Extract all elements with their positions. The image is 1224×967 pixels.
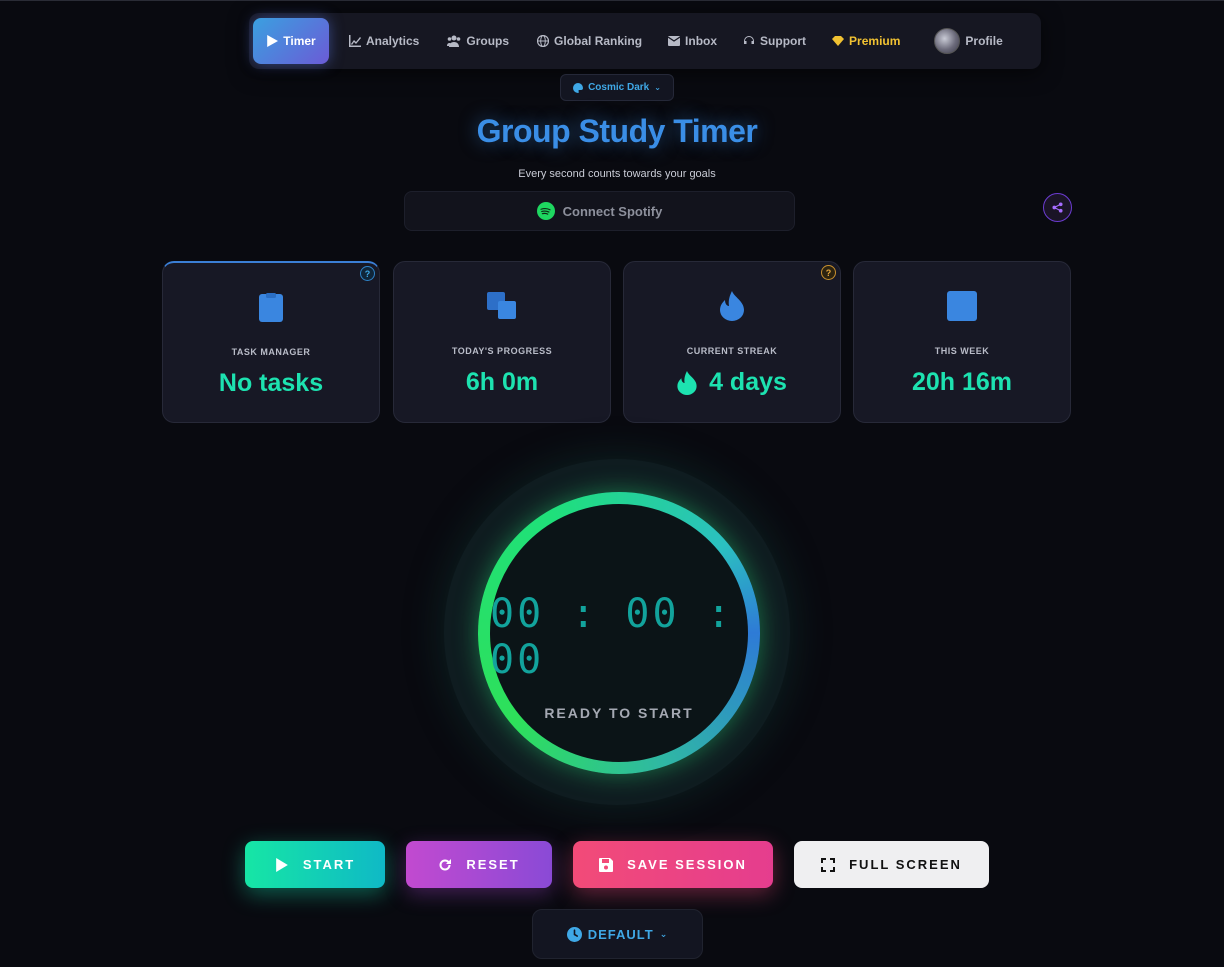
- nav-groups[interactable]: Groups: [437, 18, 519, 64]
- card-label: THIS WEEK: [934, 346, 990, 356]
- card-value: No tasks: [218, 369, 324, 397]
- task-manager-card[interactable]: ? TASK MANAGER No tasks: [162, 261, 380, 423]
- chevron-down-icon: ⌄: [654, 83, 661, 92]
- gem-icon: [832, 36, 845, 46]
- avatar: [934, 28, 961, 54]
- nav-timer[interactable]: Timer: [253, 18, 329, 64]
- envelope-icon: [668, 36, 681, 46]
- card-label: TASK MANAGER: [231, 347, 311, 357]
- redo-icon: [439, 858, 452, 870]
- copy-icon: [487, 291, 517, 321]
- connect-spotify-button[interactable]: Connect Spotify: [404, 191, 795, 231]
- timer-time: 00 : 00 : 00: [490, 591, 734, 683]
- todays-progress-card: TODAY'S PROGRESS 6h 0m: [393, 261, 611, 423]
- current-streak-card[interactable]: ? CURRENT STREAK 4 days: [623, 261, 841, 423]
- card-value: 20h 16m: [911, 368, 1013, 396]
- nav-profile[interactable]: Profile: [924, 18, 1012, 64]
- card-value: 6h 0m: [465, 368, 539, 396]
- square-icon: [947, 291, 977, 321]
- spotify-icon: [536, 202, 555, 220]
- fire-icon: [677, 370, 697, 395]
- timer-status: READY TO START: [544, 705, 694, 721]
- nav-analytics[interactable]: Analytics: [339, 18, 429, 64]
- play-icon: [267, 35, 279, 47]
- nav-inbox[interactable]: Inbox: [658, 18, 727, 64]
- users-icon: [447, 35, 461, 47]
- clipboard-icon: [259, 292, 283, 322]
- floppy-disk-icon: [599, 857, 614, 872]
- chevron-down-icon: ⌄: [659, 928, 669, 939]
- full-screen-button[interactable]: FULL SCREEN: [794, 841, 989, 888]
- share-icon: [1052, 202, 1063, 213]
- card-label: TODAY'S PROGRESS: [451, 346, 553, 356]
- clock-icon: [566, 926, 582, 942]
- page-subtitle: Every second counts towards your goals: [518, 168, 716, 180]
- start-button[interactable]: START: [245, 841, 385, 888]
- nav-global-ranking[interactable]: Global Ranking: [527, 18, 652, 64]
- page-title: Group Study Timer: [476, 113, 758, 149]
- this-week-card: THIS WEEK 20h 16m: [853, 261, 1071, 423]
- nav-support[interactable]: Support: [733, 18, 816, 64]
- timer-display: 00 : 00 : 00 READY TO START: [490, 504, 748, 762]
- fire-icon: [720, 291, 744, 321]
- expand-icon: [821, 857, 836, 872]
- help-badge[interactable]: ?: [821, 265, 836, 280]
- headset-icon: [744, 36, 755, 44]
- save-session-button[interactable]: SAVE SESSION: [573, 841, 773, 888]
- share-button[interactable]: [1043, 193, 1072, 222]
- timer-mode-selector[interactable]: DEFAULT ⌄: [532, 909, 703, 959]
- play-icon: [275, 857, 288, 872]
- help-badge[interactable]: ?: [360, 266, 375, 281]
- card-label: CURRENT STREAK: [686, 346, 778, 356]
- card-value-row: 4 days: [677, 368, 787, 397]
- card-value: 4 days: [709, 368, 787, 396]
- reset-button[interactable]: RESET: [406, 841, 552, 888]
- theme-selector[interactable]: Cosmic Dark ⌄: [560, 74, 674, 101]
- chart-line-icon: [349, 35, 361, 47]
- nav-premium[interactable]: Premium: [822, 18, 910, 64]
- globe-icon: [537, 35, 550, 47]
- top-nav: Timer Analytics Groups Global Ranking In…: [249, 13, 1041, 69]
- palette-icon: [573, 82, 584, 93]
